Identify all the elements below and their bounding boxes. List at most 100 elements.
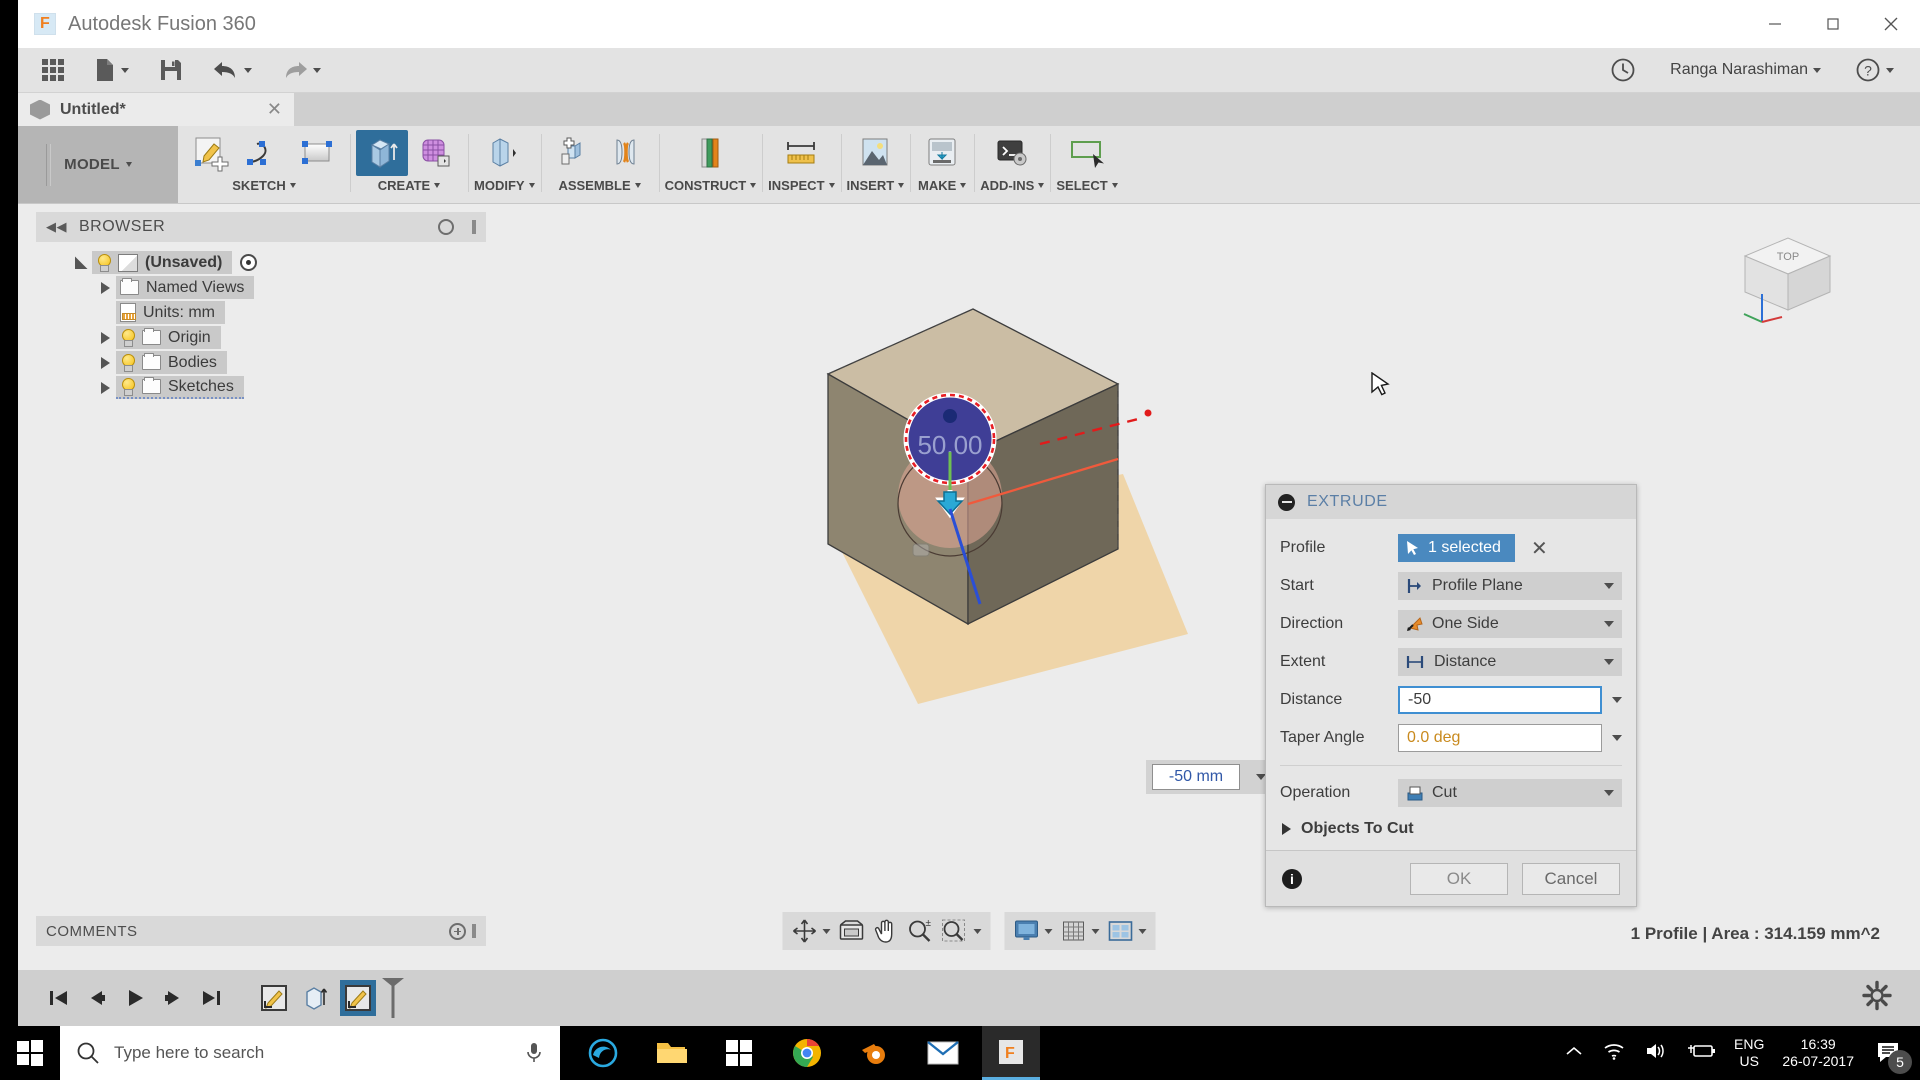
tree-item-bodies[interactable]: Bodies — [36, 350, 486, 375]
ribbon-group-insert-label[interactable]: INSERT — [847, 178, 905, 193]
zoom-window-button[interactable] — [938, 915, 985, 947]
timeline-marker[interactable] — [378, 976, 418, 1020]
cancel-button[interactable]: Cancel — [1522, 862, 1620, 895]
close-button[interactable] — [1862, 0, 1920, 48]
taskbar-app-edge[interactable] — [574, 1026, 632, 1080]
comments-resize-handle[interactable] — [472, 924, 476, 938]
pan-button[interactable] — [870, 915, 902, 947]
tree-item-units[interactable]: Units: mm — [36, 300, 486, 325]
browser-resize-handle[interactable] — [472, 220, 476, 234]
offset-plane-button[interactable] — [684, 130, 736, 176]
chevron-down-icon[interactable] — [1604, 659, 1614, 665]
chevron-down-icon[interactable] — [1604, 583, 1614, 589]
chevron-down-icon[interactable] — [1091, 928, 1100, 934]
ribbon-group-inspect-label[interactable]: INSPECT — [768, 178, 835, 193]
chevron-down-icon[interactable] — [1604, 621, 1614, 627]
visibility-bulb-icon[interactable] — [120, 354, 135, 372]
tree-item-content[interactable]: Named Views — [116, 276, 255, 299]
3d-print-button[interactable] — [916, 130, 968, 176]
skip-to-start-button[interactable] — [40, 979, 78, 1017]
scripts-addins-button[interactable] — [986, 130, 1038, 176]
tree-item-content[interactable]: Bodies — [116, 351, 227, 374]
chevron-down-icon[interactable] — [1044, 928, 1053, 934]
comments-panel[interactable]: COMMENTS — [36, 916, 486, 946]
expander-closed-icon[interactable] — [94, 281, 116, 294]
viewports-button[interactable] — [1105, 915, 1150, 947]
chevron-down-icon[interactable] — [973, 928, 982, 934]
tree-item-origin[interactable]: Origin — [36, 325, 486, 350]
profile-selection-button[interactable]: 1 selected — [1398, 534, 1515, 562]
grid-snap-button[interactable] — [1058, 915, 1103, 947]
joint-button[interactable] — [601, 130, 653, 176]
visibility-bulb-icon[interactable] — [96, 254, 111, 272]
zoom-button[interactable]: ± — [904, 915, 936, 947]
ribbon-group-select-label[interactable]: SELECT — [1056, 178, 1118, 193]
maximize-button[interactable] — [1804, 0, 1862, 48]
canvas-distance-editbox[interactable]: -50 mm — [1146, 760, 1272, 794]
taskbar-app-fusion360[interactable]: F — [982, 1026, 1040, 1080]
new-component-button[interactable] — [547, 130, 599, 176]
collapse-left-icon[interactable]: ◀◀ — [46, 219, 67, 235]
distance-dropdown-icon[interactable] — [1612, 697, 1622, 703]
insert-image-button[interactable] — [849, 130, 901, 176]
mesh-create-button[interactable] — [410, 130, 462, 176]
tree-item-sketches[interactable]: Sketches — [36, 375, 486, 400]
distance-input[interactable]: -50 — [1398, 686, 1602, 714]
tree-item-content[interactable]: Sketches — [116, 376, 244, 399]
taskbar-app-mail[interactable] — [914, 1026, 972, 1080]
timeline-feature-sketch-2[interactable] — [340, 980, 376, 1016]
wifi-button[interactable] — [1602, 1041, 1626, 1066]
extrude-dialog-header[interactable]: EXTRUDE — [1266, 485, 1636, 519]
ribbon-group-sketch-label[interactable]: SKETCH — [232, 178, 296, 193]
clear-selection-icon[interactable]: ✕ — [1531, 536, 1548, 561]
minimize-icon[interactable] — [1278, 493, 1295, 511]
language-indicator[interactable]: ENG US — [1734, 1036, 1764, 1071]
ribbon-group-create-label[interactable]: CREATE — [378, 178, 441, 193]
view-cube[interactable]: TOP — [1710, 218, 1860, 338]
history-button[interactable] — [1604, 53, 1642, 87]
extrude-dialog[interactable]: EXTRUDE Profile 1 selected ✕ Start Profi… — [1265, 484, 1637, 907]
save-button[interactable] — [153, 53, 189, 87]
close-tab-icon[interactable]: ✕ — [267, 99, 282, 120]
help-button[interactable]: ? — [1849, 53, 1900, 87]
display-settings-button[interactable] — [1011, 915, 1056, 947]
tree-item-named-views[interactable]: Named Views — [36, 275, 486, 300]
select-tool-button[interactable] — [1061, 130, 1113, 176]
timeline-settings-button[interactable] — [1862, 980, 1892, 1016]
step-forward-button[interactable] — [154, 979, 192, 1017]
play-button[interactable] — [116, 979, 154, 1017]
timeline-feature-sketch-1[interactable] — [256, 980, 292, 1016]
taskbar-app-blender[interactable] — [846, 1026, 904, 1080]
taskbar-app-file-explorer[interactable] — [642, 1026, 700, 1080]
start-dropdown[interactable]: Profile Plane — [1398, 572, 1622, 600]
taskbar-app-chrome[interactable] — [778, 1026, 836, 1080]
user-account-button[interactable]: Ranga Narashiman — [1664, 53, 1827, 87]
taskbar-search-input[interactable]: Type here to search — [60, 1026, 560, 1080]
press-pull-button[interactable] — [478, 130, 530, 176]
canvas-distance-value[interactable]: -50 mm — [1152, 764, 1240, 790]
visibility-bulb-icon[interactable] — [120, 378, 135, 396]
spline-button[interactable] — [238, 130, 290, 176]
taskbar-app-store[interactable] — [710, 1026, 768, 1080]
expander-closed-icon[interactable] — [94, 381, 116, 394]
redo-button[interactable] — [276, 53, 327, 87]
ribbon-group-addins-label[interactable]: ADD-INS — [980, 178, 1045, 193]
expander-open-icon[interactable] — [70, 256, 92, 269]
extrude-button[interactable] — [356, 130, 408, 176]
objects-to-cut-expander[interactable]: Objects To Cut — [1280, 812, 1622, 846]
timeline-feature-extrude[interactable] — [298, 980, 334, 1016]
ribbon-group-construct-label[interactable]: CONSTRUCT — [665, 178, 757, 193]
look-at-button[interactable] — [836, 915, 868, 947]
info-icon[interactable]: i — [1282, 868, 1302, 889]
tree-item-content[interactable]: Origin — [116, 326, 221, 349]
start-button[interactable] — [0, 1026, 60, 1080]
direction-dropdown[interactable]: One Side — [1398, 610, 1622, 638]
extent-dropdown[interactable]: Distance — [1398, 648, 1622, 676]
new-document-button[interactable] — [88, 53, 135, 87]
visibility-bulb-icon[interactable] — [120, 329, 135, 347]
step-back-button[interactable] — [78, 979, 116, 1017]
volume-button[interactable] — [1644, 1041, 1668, 1066]
minimize-button[interactable] — [1746, 0, 1804, 48]
orbit-button[interactable] — [789, 915, 834, 947]
skip-to-end-button[interactable] — [192, 979, 230, 1017]
